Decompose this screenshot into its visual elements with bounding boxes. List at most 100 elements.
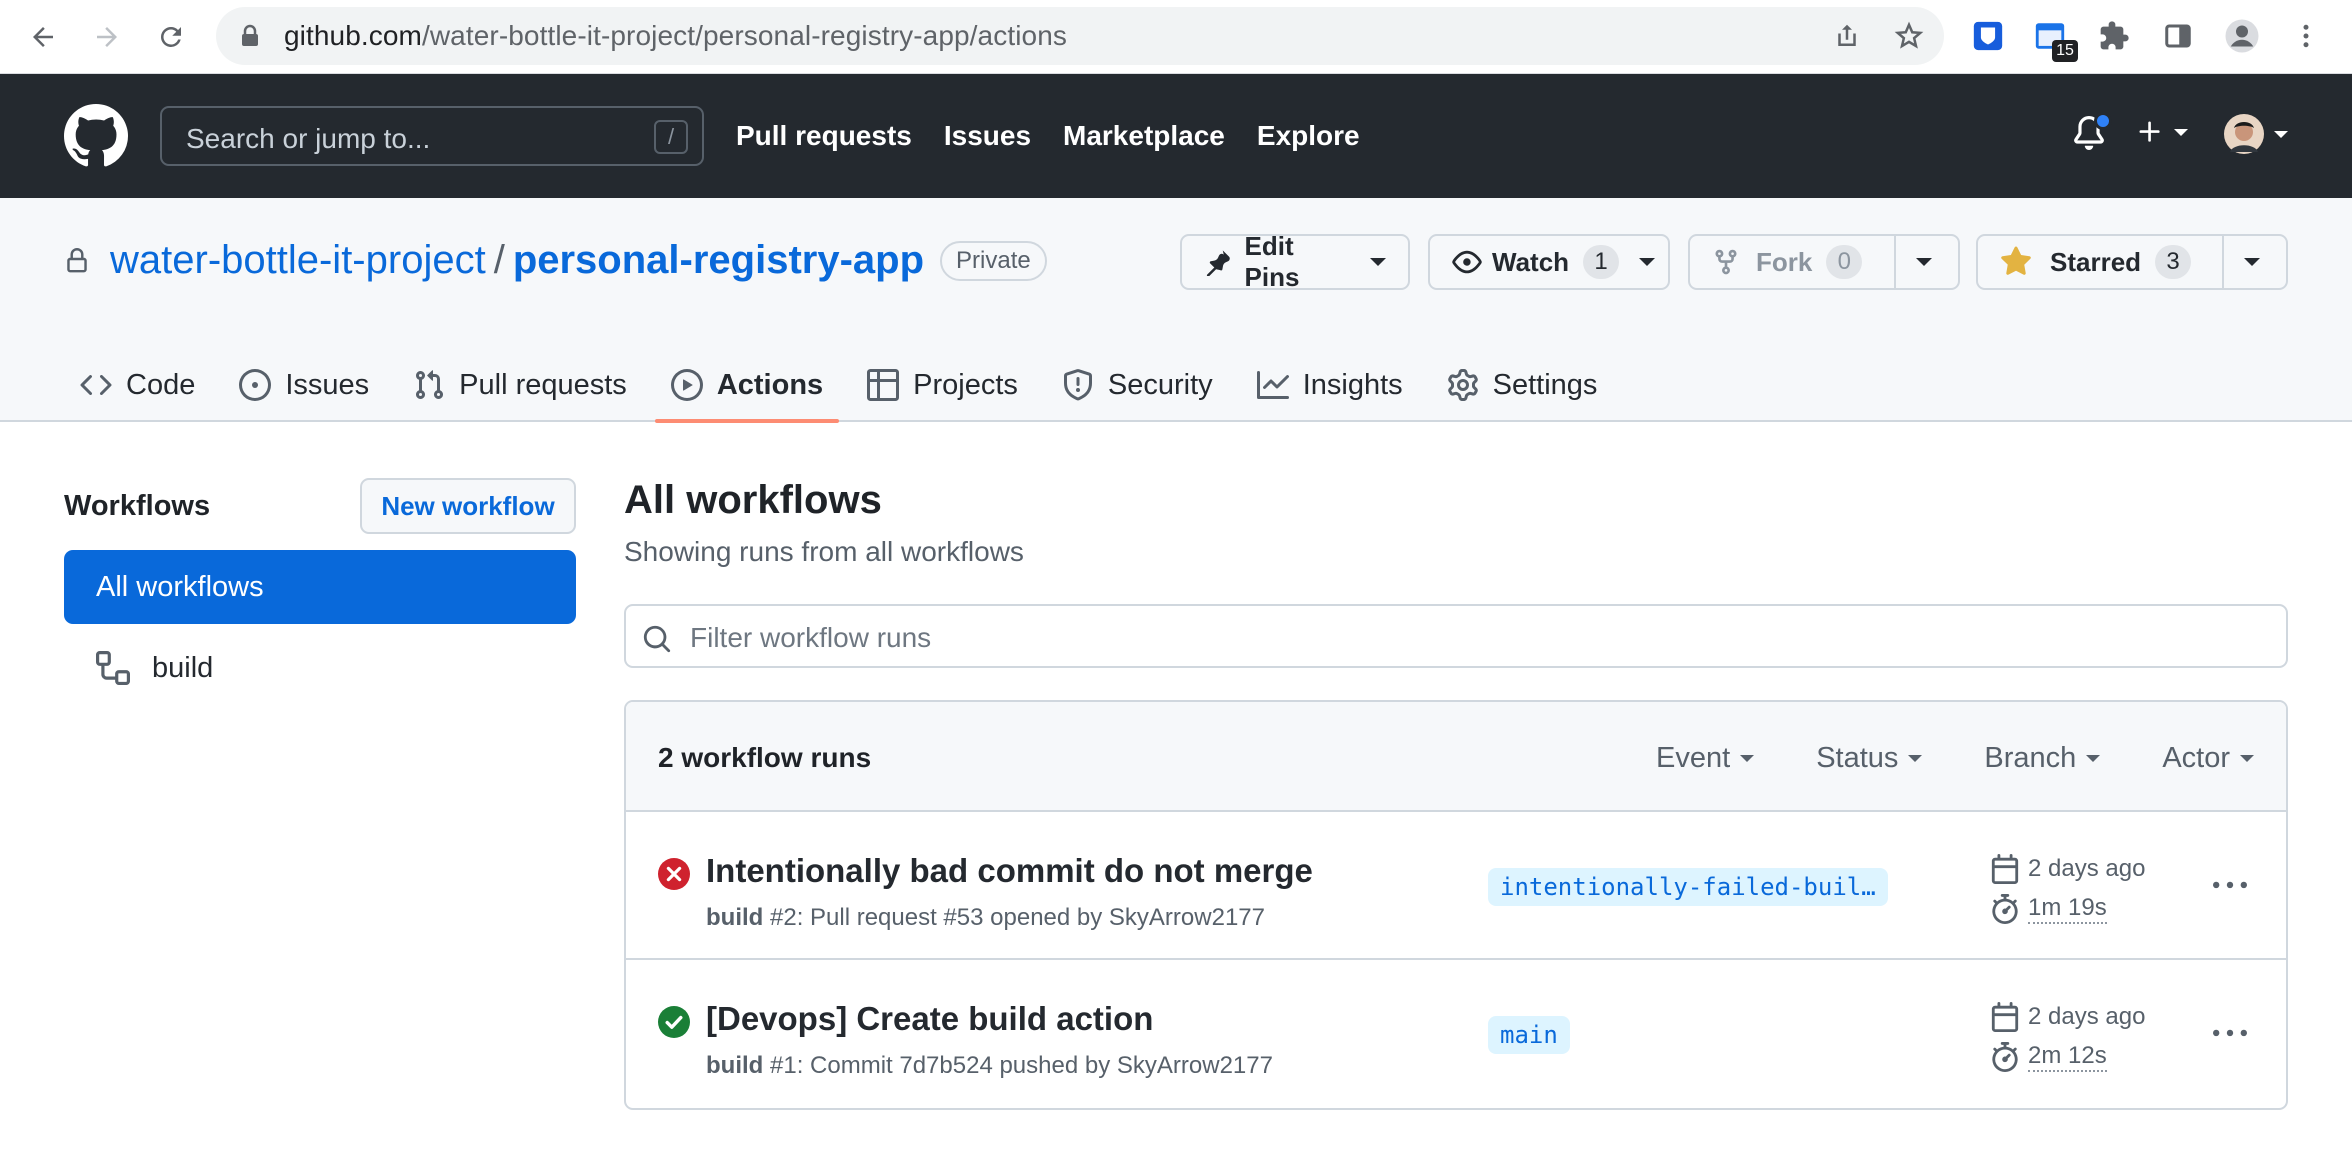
sidebar-item-label: build	[152, 651, 214, 684]
filter-runs-input[interactable]: Filter workflow runs	[624, 604, 2288, 668]
tab-insights-label: Insights	[1302, 368, 1403, 401]
tab-projects[interactable]: Projects	[851, 348, 1034, 422]
branch-filter-dropdown[interactable]: Branch	[1984, 742, 2101, 775]
fork-button[interactable]: Fork 0	[1688, 234, 1960, 290]
chevron-down-icon	[2086, 755, 2101, 762]
nav-issues[interactable]: Issues	[944, 120, 1031, 152]
extensions-button[interactable]	[2094, 16, 2134, 56]
run-detail: #1: Commit 7d7b524 pushed by SkyArrow217…	[763, 1052, 1273, 1079]
arrow-right-icon	[97, 27, 117, 47]
notifications-button[interactable]	[2072, 112, 2112, 157]
kebab-horizontal-icon	[2213, 881, 2247, 889]
tab-security[interactable]: Security	[1046, 348, 1229, 422]
forward-button[interactable]	[88, 18, 126, 56]
bookmark-star-icon[interactable]	[1894, 21, 1924, 51]
star-button[interactable]: Starred 3	[1976, 234, 2288, 290]
page-title: All workflows	[624, 478, 882, 522]
watch-label: Watch	[1492, 246, 1570, 277]
search-placeholder: Search or jump to...	[186, 123, 431, 154]
issue-opened-icon	[239, 369, 272, 401]
play-icon	[670, 369, 703, 401]
runs-filters: Event Status Branch Actor	[1656, 742, 2254, 775]
event-filter-dropdown[interactable]: Event	[1656, 742, 1755, 775]
sidebar-item-build[interactable]: build	[96, 648, 213, 688]
run-title-link[interactable]: Intentionally bad commit do not merge	[706, 852, 1313, 890]
share-icon[interactable]	[1832, 21, 1862, 51]
search-shortcut-key: /	[654, 120, 688, 154]
github-logo-icon[interactable]	[64, 104, 128, 168]
nav-pull-requests[interactable]: Pull requests	[736, 120, 912, 152]
global-search-input[interactable]: Search or jump to... /	[160, 106, 704, 166]
tab-pull-requests-label: Pull requests	[459, 368, 627, 401]
tab-code-label: Code	[126, 368, 196, 401]
url-text: github.com/water-bottle-it-project/perso…	[284, 20, 1067, 51]
tab-actions[interactable]: Actions	[654, 348, 840, 423]
extension-bitwarden-button[interactable]	[1968, 16, 2008, 56]
page-subtitle: Showing runs from all workflows	[624, 536, 1024, 567]
browser-menu-button[interactable]	[2286, 16, 2326, 56]
avatar	[2224, 114, 2264, 154]
repo-owner-link[interactable]: water-bottle-it-project	[110, 238, 486, 283]
repo-name-link[interactable]: personal-registry-app	[513, 238, 924, 283]
run-meta: build #2: Pull request #53 opened by Sky…	[706, 904, 1265, 932]
profile-icon	[2225, 19, 2259, 53]
global-nav: Pull requests Issues Marketplace Explore	[736, 120, 1360, 152]
nav-explore[interactable]: Explore	[1257, 120, 1360, 152]
tab-issues[interactable]: Issues	[223, 348, 385, 422]
watch-button[interactable]: Watch 1	[1428, 234, 1670, 290]
tab-security-label: Security	[1107, 368, 1213, 401]
arrow-left-icon	[33, 27, 53, 47]
star-dropdown-button[interactable]	[2222, 236, 2280, 288]
star-count: 3	[2155, 245, 2192, 279]
workflow-run-row[interactable]: Intentionally bad commit do not merge bu…	[626, 812, 2286, 960]
status-filter-dropdown[interactable]: Status	[1816, 742, 1923, 775]
user-menu-button[interactable]	[2224, 114, 2288, 154]
tab-code[interactable]: Code	[64, 348, 211, 422]
workflow-runs-list: 2 workflow runs Event Status Branch Acto…	[624, 700, 2288, 1110]
tab-projects-label: Projects	[913, 368, 1018, 401]
actor-filter-dropdown[interactable]: Actor	[2162, 742, 2254, 775]
gear-icon	[1447, 369, 1478, 401]
tab-pull-requests[interactable]: Pull requests	[397, 348, 643, 422]
chevron-down-icon	[2244, 258, 2260, 266]
chevron-down-icon	[1916, 258, 1932, 266]
tab-insights[interactable]: Insights	[1241, 348, 1419, 422]
branch-label[interactable]: intentionally-failed-buil…	[1488, 868, 1888, 906]
repo-header: water-bottle-it-project / personal-regis…	[0, 198, 2352, 423]
kebab-horizontal-icon	[2213, 1029, 2247, 1037]
chevron-down-icon	[2274, 130, 2288, 138]
create-new-button[interactable]	[2136, 118, 2188, 146]
reload-button[interactable]	[152, 18, 190, 56]
run-options-button[interactable]	[2210, 866, 2250, 906]
branch-label[interactable]: main	[1488, 1016, 1570, 1054]
run-date: 2 days ago	[1990, 854, 2145, 884]
side-panel-button[interactable]	[2158, 16, 2198, 56]
nav-marketplace[interactable]: Marketplace	[1063, 120, 1225, 152]
browser-toolbar: github.com/water-bottle-it-project/perso…	[0, 0, 2352, 74]
new-workflow-button[interactable]: New workflow	[360, 478, 576, 534]
run-options-button[interactable]	[2210, 1014, 2250, 1054]
branch-filter-label: Branch	[1984, 742, 2077, 774]
extension-calendar-button[interactable]: 15	[2030, 16, 2078, 62]
visibility-badge: Private	[940, 240, 1047, 281]
fork-label: Fork	[1756, 246, 1813, 277]
run-title-link[interactable]: [Devops] Create build action	[706, 1000, 1153, 1038]
fork-dropdown-button[interactable]	[1894, 236, 1952, 288]
graph-icon	[1256, 371, 1289, 399]
tab-settings[interactable]: Settings	[1431, 348, 1614, 422]
puzzle-icon	[2100, 21, 2129, 50]
chevron-down-icon	[1639, 258, 1656, 266]
edit-pins-button[interactable]: Edit Pins	[1180, 231, 1410, 292]
address-bar[interactable]: github.com/water-bottle-it-project/perso…	[216, 7, 1944, 65]
profile-button[interactable]	[2222, 16, 2262, 56]
watch-count: 1	[1583, 245, 1620, 279]
status-filter-label: Status	[1816, 742, 1899, 774]
sidebar-item-all-workflows[interactable]: All workflows	[64, 550, 576, 624]
check-circle-fill-icon	[658, 1006, 690, 1038]
chevron-down-icon	[2240, 755, 2254, 762]
workflow-run-row[interactable]: [Devops] Create build action build #1: C…	[626, 960, 2286, 1108]
back-button[interactable]	[24, 18, 62, 56]
chevron-down-icon	[2174, 128, 2188, 136]
run-workflow-name: build	[706, 1052, 764, 1079]
lock-icon	[67, 247, 87, 272]
